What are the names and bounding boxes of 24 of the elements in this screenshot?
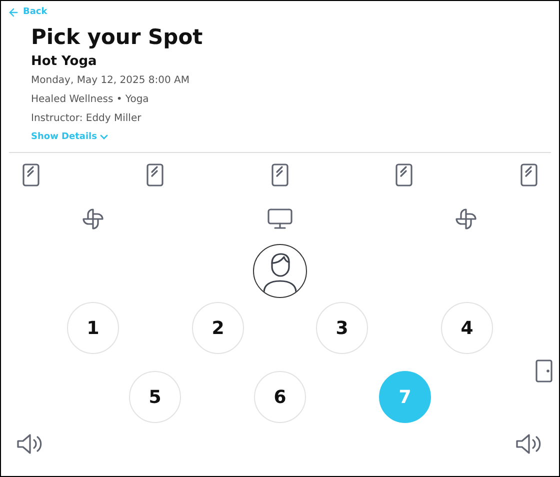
mirror-icon — [520, 163, 538, 187]
page-title: Pick your Spot — [31, 24, 204, 51]
fan-icon — [454, 207, 478, 231]
class-date: Monday, May 12, 2025 8:00 AM — [31, 74, 191, 88]
mirror-icon — [271, 163, 289, 187]
back-arrow-icon — [9, 8, 18, 16]
mirror-icon — [22, 163, 40, 187]
spot-button[interactable]: 1 — [67, 302, 119, 354]
door-icon — [535, 359, 553, 383]
spot-button[interactable]: 6 — [254, 371, 306, 423]
mirror-icon — [146, 163, 164, 187]
spot-button[interactable]: 5 — [129, 371, 181, 423]
class-name: Hot Yoga — [31, 53, 98, 71]
mirror-icon — [395, 163, 413, 187]
speaker-icon — [515, 433, 543, 455]
fan-icon — [81, 207, 105, 231]
spot-button[interactable]: 2 — [192, 302, 244, 354]
class-location: Healed Wellness • Yoga — [31, 93, 150, 107]
chevron-down-icon — [100, 134, 108, 140]
class-instructor: Instructor: Eddy Miller — [31, 112, 142, 126]
spot-button[interactable]: 3 — [316, 302, 368, 354]
speaker-icon — [16, 433, 44, 455]
spot-button[interactable]: 4 — [441, 302, 493, 354]
monitor-icon — [267, 208, 293, 230]
